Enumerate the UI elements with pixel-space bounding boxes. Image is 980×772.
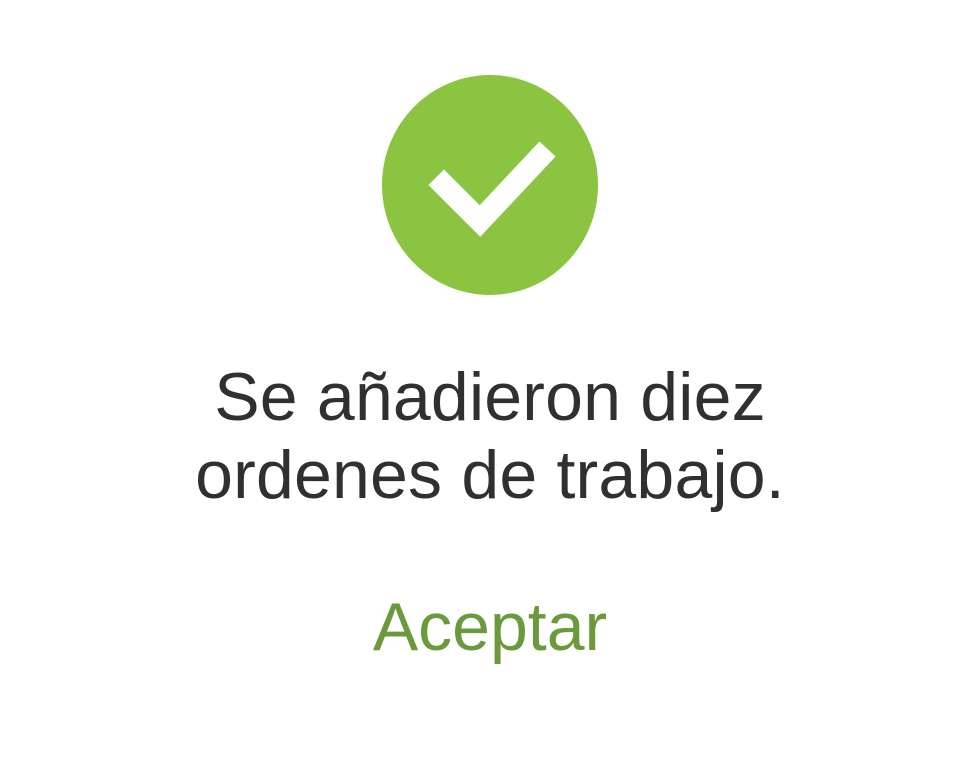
check-circle-icon [382, 75, 598, 295]
checkmark-icon [428, 141, 556, 237]
dialog-message: Se añadieron diez ordenes de trabajo. [0, 358, 980, 514]
message-line-1: Se añadieron diez [214, 359, 766, 435]
success-dialog: Se añadieron diez ordenes de trabajo. Ac… [0, 0, 980, 772]
accept-button[interactable]: Aceptar [340, 582, 640, 672]
message-line-2: ordenes de trabajo. [195, 437, 785, 513]
